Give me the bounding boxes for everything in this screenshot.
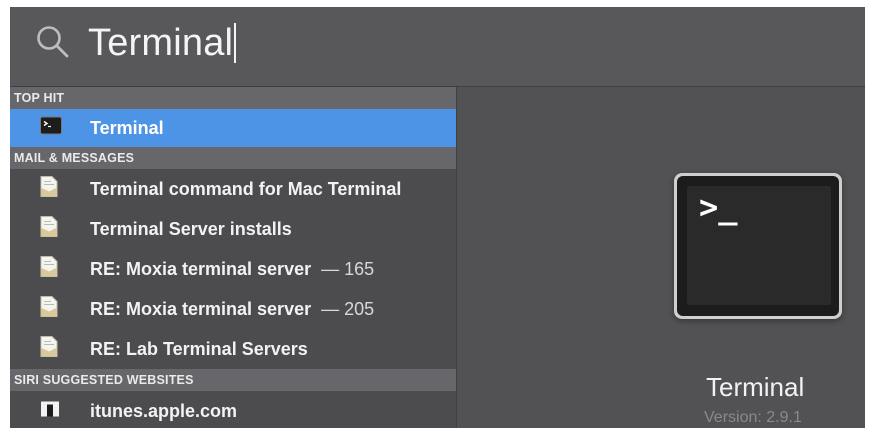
results-list[interactable]: TOP HIT Terminal MAIL & MESSAGES Termina… [10, 87, 456, 428]
preview-app-version: Version: 2.9.1 [704, 409, 802, 426]
mail-document-icon [40, 176, 58, 203]
text-caret [234, 23, 237, 63]
section-header-siri-websites: SIRI SUGGESTED WEBSITES [10, 369, 456, 391]
thread-count: — 205 [321, 298, 375, 319]
preview-app-name: Terminal [706, 372, 805, 402]
result-label: RE: Moxia terminal server — 165 [90, 259, 374, 280]
mail-document-icon [40, 336, 58, 363]
result-mail-5[interactable]: RE: Lab Terminal Servers [10, 329, 456, 369]
mail-document-icon [40, 296, 58, 323]
terminal-app-icon-large: >_ [674, 173, 842, 319]
mail-document-icon [40, 216, 58, 243]
result-label: Terminal command for Mac Terminal [90, 178, 402, 199]
result-title: RE: Moxia terminal server [90, 298, 312, 319]
preview-pane: >_ Terminal Version: 2.9.1 [457, 87, 865, 428]
result-label: Terminal Server installs [90, 218, 292, 239]
prompt-glyph: >_ [699, 188, 738, 226]
result-label: itunes.apple.com [90, 400, 238, 421]
result-mail-2[interactable]: Terminal Server installs [10, 209, 456, 249]
search-icon [37, 26, 69, 58]
search-bar[interactable]: Terminal [10, 7, 865, 86]
search-query: Terminal [88, 21, 234, 64]
result-mail-4[interactable]: RE: Moxia terminal server — 205 [10, 289, 456, 329]
mail-document-icon [40, 256, 58, 283]
terminal-app-icon [40, 116, 62, 140]
result-label: RE: Moxia terminal server — 205 [90, 299, 374, 320]
section-header-top-hit: TOP HIT [10, 87, 456, 109]
spotlight-window: Terminal TOP HIT Terminal MAIL & MESSAGE… [10, 7, 865, 428]
section-header-mail-messages: MAIL & MESSAGES [10, 147, 456, 169]
result-terminal-app[interactable]: Terminal [10, 109, 456, 147]
result-label: RE: Lab Terminal Servers [90, 338, 308, 359]
result-mail-1[interactable]: Terminal command for Mac Terminal [10, 169, 456, 209]
result-mail-3[interactable]: RE: Moxia terminal server — 165 [10, 249, 456, 289]
search-input[interactable]: Terminal [88, 17, 237, 69]
result-title: RE: Moxia terminal server [90, 258, 312, 279]
result-label: Terminal [90, 117, 164, 138]
website-icon [40, 399, 60, 424]
result-website[interactable]: itunes.apple.com [10, 391, 456, 428]
thread-count: — 165 [321, 258, 375, 279]
